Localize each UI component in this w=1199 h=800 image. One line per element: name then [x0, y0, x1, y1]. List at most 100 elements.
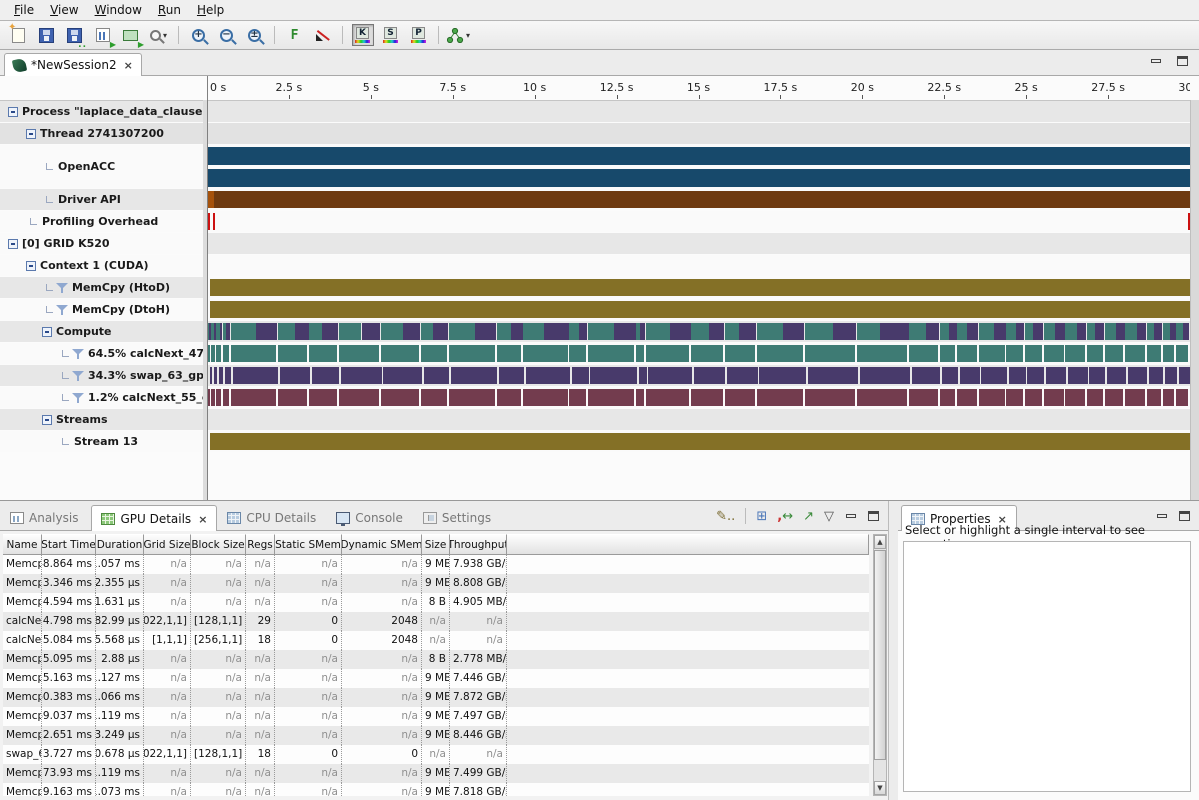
interval-bar[interactable] — [957, 389, 977, 406]
interval-bar[interactable] — [805, 345, 855, 362]
interval-bar[interactable] — [225, 367, 231, 384]
table-row[interactable]: Memcpy179.163 ms1.073 msn/an/an/an/an/a9… — [3, 783, 869, 796]
collapse-minus-icon[interactable] — [26, 261, 36, 271]
interval-bar[interactable] — [208, 191, 214, 208]
tree-item[interactable]: Context 1 (CUDA) — [0, 255, 203, 276]
interval-bar[interactable] — [1116, 323, 1125, 340]
interval-bar[interactable] — [233, 367, 278, 384]
interval-bar[interactable] — [1176, 323, 1183, 340]
maximize-button[interactable] — [867, 511, 880, 522]
column-header-static-smem[interactable]: Static SMem — [275, 534, 342, 555]
interval-bar[interactable] — [940, 345, 956, 362]
minimize-button[interactable] — [844, 511, 857, 522]
interval-bar[interactable] — [280, 367, 310, 384]
interval-bar[interactable] — [783, 323, 804, 340]
interval-bar[interactable] — [1006, 345, 1023, 362]
interval-bar[interactable] — [979, 323, 994, 340]
interval-bar[interactable] — [497, 389, 522, 406]
interval-bar[interactable] — [523, 345, 567, 362]
interval-bar[interactable] — [211, 389, 214, 406]
interval-bar[interactable] — [646, 389, 689, 406]
interval-bar[interactable] — [1125, 389, 1145, 406]
table-row[interactable]: Memcpy172.651 ms93.249 µsn/an/an/an/an/a… — [3, 726, 869, 745]
menu-view[interactable]: View — [42, 1, 86, 19]
interval-bar[interactable] — [475, 323, 496, 340]
session-tab[interactable]: *NewSession2 × — [4, 53, 142, 76]
view-menu-icon[interactable]: ▽ — [824, 510, 834, 523]
interval-bar[interactable] — [857, 323, 880, 340]
interval-bar[interactable] — [725, 345, 756, 362]
interval-bar[interactable] — [691, 345, 723, 362]
interval-bar[interactable] — [526, 367, 570, 384]
tree-item[interactable]: Driver API — [0, 189, 203, 210]
interval-bar[interactable] — [1165, 367, 1177, 384]
interval-bar[interactable] — [1055, 323, 1064, 340]
interval-bar[interactable] — [757, 389, 803, 406]
interval-bar[interactable] — [572, 367, 589, 384]
filter-icon[interactable] — [72, 392, 84, 404]
interval-bar[interactable] — [569, 345, 586, 362]
interval-bar[interactable] — [912, 367, 941, 384]
interval-bar[interactable] — [1128, 367, 1148, 384]
table-row[interactable]: swap_63_gpu173.727 ms60.678 µs[1022,1,1]… — [3, 745, 869, 764]
interval-bar[interactable] — [739, 323, 756, 340]
interval-bar[interactable] — [636, 389, 644, 406]
collapse-minus-icon[interactable] — [42, 415, 52, 425]
filter-icon[interactable] — [56, 304, 68, 316]
interval-bar[interactable] — [1149, 367, 1163, 384]
interval-bar[interactable] — [1183, 323, 1189, 340]
table-row[interactable]: Memcpy169.037 ms1.119 msn/an/an/an/an/a9… — [3, 707, 869, 726]
interval-bar[interactable] — [210, 301, 1190, 318]
interval-bar[interactable] — [805, 389, 855, 406]
interval-bar[interactable] — [646, 323, 671, 340]
table-row[interactable]: calcNext_47_gpu154.798 ms282.99 µs[1022,… — [3, 612, 869, 631]
interval-bar[interactable] — [226, 323, 230, 340]
save-all-button[interactable]: .. — [62, 23, 87, 47]
column-header-grid-size[interactable]: Grid Size — [144, 534, 191, 555]
interval-bar[interactable] — [646, 345, 689, 362]
interval-bar[interactable] — [757, 323, 783, 340]
interval-bar[interactable] — [757, 345, 803, 362]
interval-bar[interactable] — [994, 323, 1006, 340]
interval-bar[interactable] — [1176, 389, 1188, 406]
interval-bar[interactable] — [256, 323, 277, 340]
tree-item[interactable]: Stream 13 — [0, 431, 203, 452]
tree-item[interactable]: OpenACC — [0, 145, 203, 188]
interval-bar[interactable] — [1125, 345, 1145, 362]
interval-bar[interactable] — [957, 323, 966, 340]
reset-zoom-button[interactable] — [310, 23, 335, 47]
interval-bar[interactable] — [1006, 389, 1023, 406]
interval-bar[interactable] — [727, 367, 758, 384]
close-icon[interactable]: × — [124, 59, 133, 72]
tab-gpu-details[interactable]: GPU Details× — [91, 505, 217, 531]
interval-bar[interactable] — [231, 389, 276, 406]
kernel-coloring-button[interactable]: K — [350, 23, 375, 47]
interval-bar[interactable] — [805, 323, 833, 340]
interval-bar[interactable] — [1176, 345, 1188, 362]
interval-bar[interactable] — [223, 389, 229, 406]
maximize-button[interactable] — [1176, 56, 1189, 67]
close-icon[interactable]: × — [198, 513, 207, 526]
interval-bar[interactable] — [1016, 323, 1024, 340]
interval-bar[interactable] — [636, 345, 644, 362]
column-header-block-size[interactable]: Block Size — [191, 534, 246, 555]
interval-bar[interactable] — [1179, 367, 1190, 384]
tree-item[interactable]: [0] GRID K520 — [0, 233, 203, 254]
interval-bar[interactable] — [322, 323, 338, 340]
tab-analysis[interactable]: Analysis — [0, 504, 88, 530]
interval-bar[interactable] — [808, 367, 858, 384]
interval-bar[interactable] — [210, 433, 1190, 450]
interval-bar[interactable] — [1087, 389, 1103, 406]
save-button[interactable] — [34, 23, 59, 47]
interval-bar[interactable] — [694, 367, 726, 384]
interval-bar[interactable] — [857, 389, 907, 406]
interval-bar[interactable] — [709, 323, 724, 340]
interval-bar[interactable] — [1006, 323, 1016, 340]
interval-bar[interactable] — [1163, 389, 1175, 406]
interval-bar[interactable] — [451, 367, 497, 384]
interval-bar[interactable] — [569, 323, 579, 340]
interval-bar[interactable] — [1105, 345, 1124, 362]
interval-bar[interactable] — [421, 389, 447, 406]
interval-bar[interactable] — [208, 345, 210, 362]
interval-bar[interactable] — [1025, 323, 1033, 340]
